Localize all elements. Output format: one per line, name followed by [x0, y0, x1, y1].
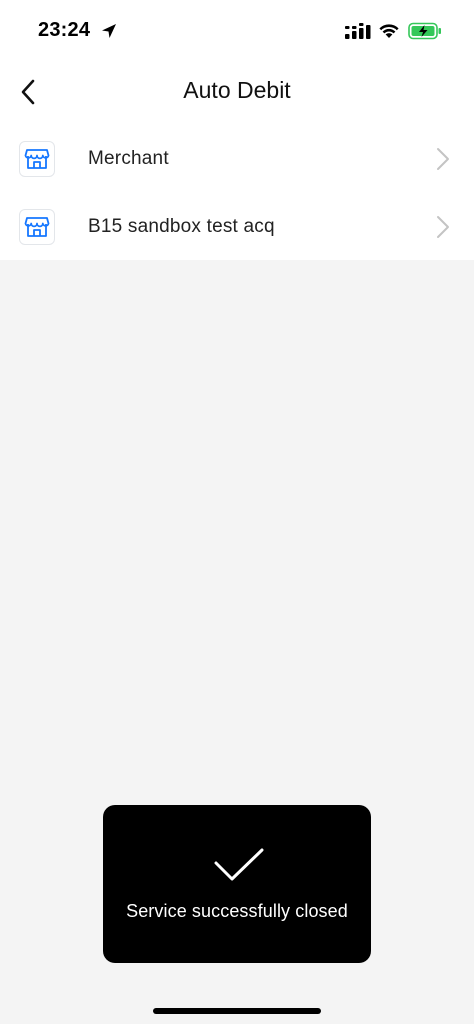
list-item-merchant[interactable]: Merchant: [0, 126, 474, 194]
signal-icon: [345, 23, 371, 39]
status-bar: 23:24: [0, 0, 474, 60]
toast-message: Service successfully closed: [126, 901, 348, 921]
list-item-label: B15 sandbox test acq: [88, 216, 275, 237]
screen: 23:24 Auto Debit Merchant B15 sandbox te…: [0, 0, 474, 1024]
home-indicator[interactable]: [153, 1008, 321, 1014]
battery-charging-icon: [408, 22, 441, 40]
location-arrow-icon: [102, 24, 116, 38]
store-icon: [19, 209, 55, 245]
merchant-list: Merchant B15 sandbox test acq: [0, 126, 474, 262]
chevron-right-icon: [437, 148, 449, 170]
wifi-icon: [379, 24, 399, 38]
status-time: 23:24: [38, 19, 91, 41]
page-title: Auto Debit: [183, 77, 291, 103]
store-icon: [19, 141, 55, 177]
success-toast: Service successfully closed: [103, 805, 371, 963]
list-item-b15-sandbox[interactable]: B15 sandbox test acq: [0, 194, 474, 262]
list-item-label: Merchant: [88, 148, 169, 169]
checkmark-icon: [214, 848, 264, 881]
nav-bar: Auto Debit: [0, 60, 474, 122]
chevron-right-icon: [437, 216, 449, 238]
